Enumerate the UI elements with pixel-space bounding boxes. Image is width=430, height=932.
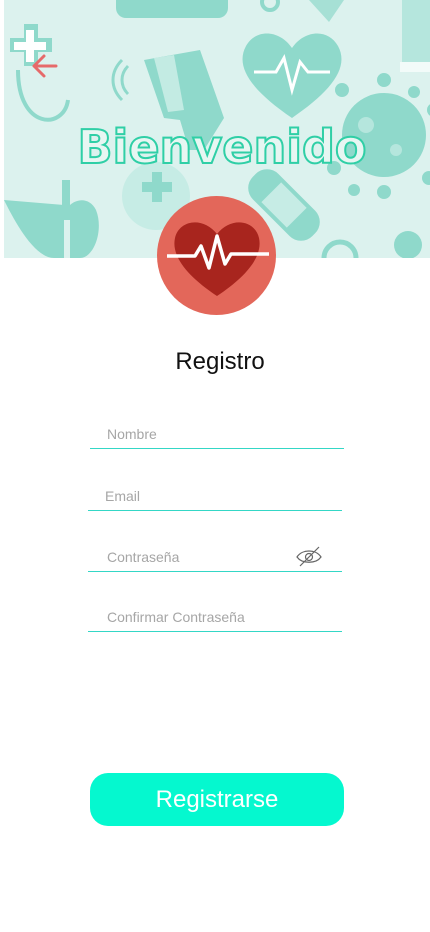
password-visibility-toggle[interactable]: [294, 545, 324, 567]
eye-off-icon: [296, 546, 322, 567]
app-logo: [157, 196, 276, 315]
password-input[interactable]: [107, 549, 287, 565]
confirm-password-input[interactable]: [107, 609, 327, 625]
welcome-heading: Bienvenido: [76, 119, 367, 175]
arrow-left-icon: [32, 54, 58, 78]
password-field: [88, 541, 342, 572]
email-input[interactable]: [105, 488, 285, 504]
confirm-password-field: [88, 601, 342, 632]
back-button[interactable]: [28, 46, 68, 86]
email-field: [88, 480, 342, 511]
form-title: Registro: [175, 348, 265, 375]
name-input[interactable]: [107, 426, 287, 442]
heart-pulse-icon: [167, 222, 269, 296]
name-field: [90, 418, 344, 449]
register-button[interactable]: Registrarse: [90, 773, 344, 826]
